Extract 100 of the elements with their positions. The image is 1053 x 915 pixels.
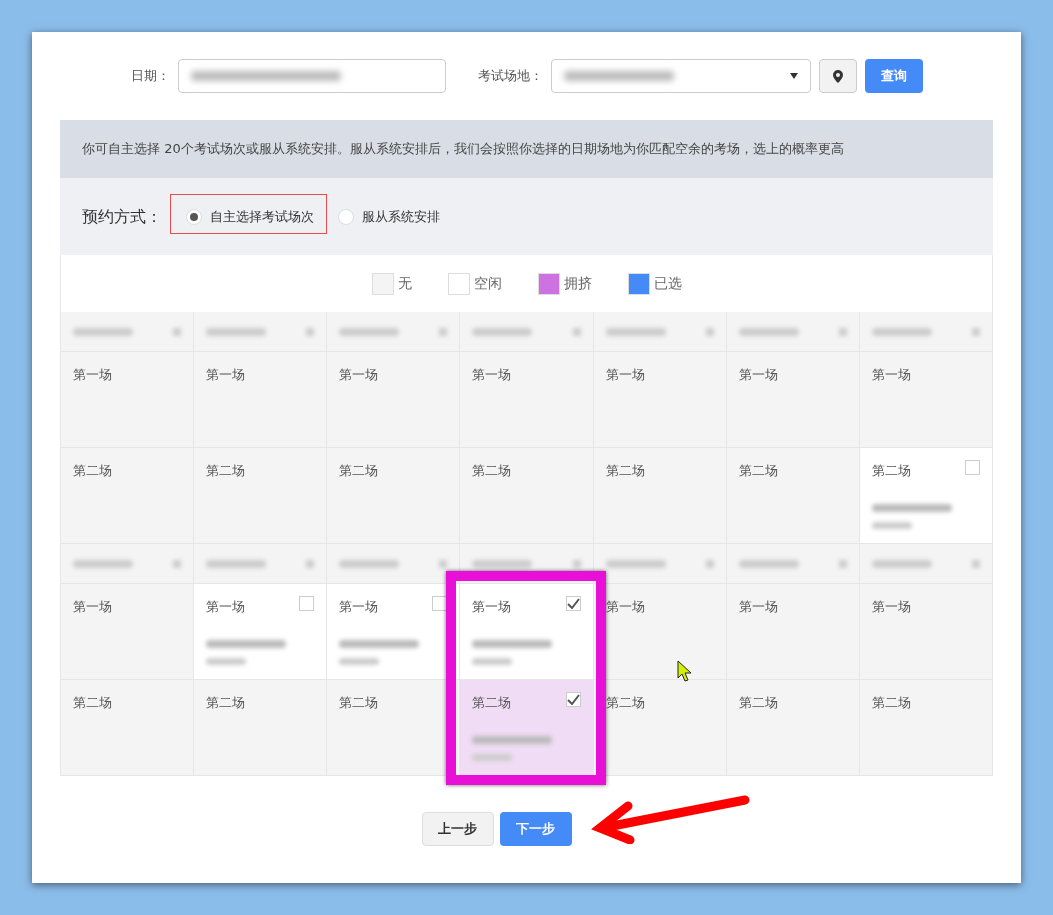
session-cell[interactable]: 第二场 (726, 680, 860, 775)
session-cell[interactable]: 第一场 (61, 352, 195, 447)
blurred-text (871, 327, 932, 336)
radio-option[interactable]: 服从系统安排 (330, 197, 448, 236)
checkbox[interactable] (299, 596, 315, 611)
map-pin-icon (832, 69, 843, 83)
blurred-text (605, 559, 666, 568)
legend-label: 拥挤 (563, 274, 592, 293)
session-label: 第二场 (206, 695, 246, 710)
blurred-text (871, 522, 912, 529)
session-label: 第二场 (206, 463, 246, 478)
session-label: 第一场 (206, 367, 246, 382)
radio-button[interactable] (338, 208, 354, 225)
session-label: 第二场 (472, 695, 512, 710)
notice-text: 你可自主选择 20个考试场次或服从系统安排。服从系统安排后，我们会按照你选择的日期场地为你匹配空余的考场，选上的概率更高 (82, 140, 844, 159)
blurred-text (738, 327, 799, 336)
blurred-text (472, 559, 533, 568)
session-label: 第一场 (871, 599, 911, 614)
legend-label: 空闲 (473, 274, 502, 293)
session-label: 第一场 (738, 599, 778, 614)
session-label: 第一场 (73, 599, 112, 614)
blurred-text (838, 559, 847, 568)
session-cell[interactable]: 第一场 (859, 584, 993, 679)
session-label: 第二场 (472, 463, 512, 478)
blurred-text (339, 327, 400, 336)
session-cell[interactable]: 第二场 (859, 680, 993, 775)
caret-icon (789, 73, 798, 79)
legend-label: 已选 (653, 274, 682, 293)
blurred-text (306, 559, 315, 568)
session-cell[interactable]: 第二场 (61, 448, 195, 543)
blurred-text (871, 559, 932, 568)
blurred-text (705, 559, 714, 568)
session-cell[interactable]: 第二场 (460, 448, 594, 543)
blurred-text (439, 559, 448, 568)
checkbox[interactable] (565, 596, 581, 611)
radio-option[interactable]: 自主选择考试场次 (178, 197, 322, 236)
blurred-text (206, 559, 267, 568)
session-cell[interactable]: 第一场 (194, 352, 328, 447)
blurred-text (572, 327, 581, 336)
session-label: 第二场 (738, 463, 778, 478)
cursor-icon (677, 660, 693, 682)
session-label: 第二场 (605, 695, 645, 710)
session-label: 第二场 (73, 695, 112, 710)
session-cell[interactable]: 第一场 (593, 584, 727, 679)
blurred-text (472, 327, 533, 336)
session-label: 第一场 (472, 599, 512, 614)
session-label: 第二场 (339, 695, 379, 710)
blurred-text (173, 327, 182, 336)
session-label: 第一场 (605, 367, 645, 382)
session-label: 第二场 (73, 463, 112, 478)
session-cell[interactable]: 第二场 (194, 680, 328, 775)
session-label: 第一场 (871, 367, 911, 382)
session-cell[interactable]: 第一场 (460, 352, 594, 447)
session-cell[interactable]: 第二场 (61, 680, 195, 775)
session-cell[interactable]: 第一场 (726, 352, 860, 447)
blurred-text (705, 327, 714, 336)
blurred-text (339, 559, 400, 568)
blurred-text (73, 327, 133, 336)
legend-label: 无 (397, 274, 412, 293)
date-label: 日期： (130, 67, 170, 86)
blurred-text (306, 327, 315, 336)
blurred-text (339, 658, 380, 665)
session-label: 第一场 (206, 599, 246, 614)
session-label: 第一场 (339, 367, 379, 382)
blurred-text (572, 559, 581, 568)
session-cell[interactable]: 第二场 (726, 448, 860, 543)
radio-button[interactable] (186, 208, 202, 225)
booking-method-label: 预约方式： (82, 205, 162, 228)
session-label: 第二场 (871, 695, 911, 710)
session-cell[interactable]: 第二场 (593, 680, 727, 775)
session-cell[interactable]: 第二场 (327, 680, 461, 775)
session-cell[interactable]: 第二场 (593, 448, 727, 543)
session-cell[interactable]: 第一场 (726, 584, 860, 679)
session-label: 第二场 (605, 463, 645, 478)
session-cell[interactable]: 第二场 (194, 448, 328, 543)
checkbox[interactable] (565, 692, 581, 707)
blurred-text (73, 559, 133, 568)
session-label: 第一场 (73, 367, 112, 382)
session-label: 第二场 (738, 695, 778, 710)
session-label: 第一场 (605, 599, 645, 614)
date-field[interactable] (177, 59, 446, 93)
session-label: 第一场 (472, 367, 512, 382)
blurred-text (173, 559, 182, 568)
session-cell[interactable]: 第一场 (327, 352, 461, 447)
blurred-text (738, 559, 799, 568)
session-cell[interactable]: 第一场 (593, 352, 727, 447)
session-cell[interactable]: 第一场 (61, 584, 195, 679)
blurred-text (206, 658, 247, 665)
checkbox[interactable] (965, 460, 980, 475)
blurred-text (972, 559, 980, 568)
session-cell[interactable]: 第二场 (460, 680, 594, 775)
blurred-text (439, 327, 448, 336)
location-button[interactable] (818, 59, 857, 93)
previous-step-button[interactable]: 上一步 (421, 812, 494, 846)
blurred-text (605, 327, 666, 336)
blurred-text (472, 658, 513, 665)
session-cell[interactable]: 第二场 (327, 448, 461, 543)
session-cell[interactable]: 第一场 (859, 352, 993, 447)
blurred-text (206, 327, 267, 336)
blurred-text (972, 327, 980, 336)
